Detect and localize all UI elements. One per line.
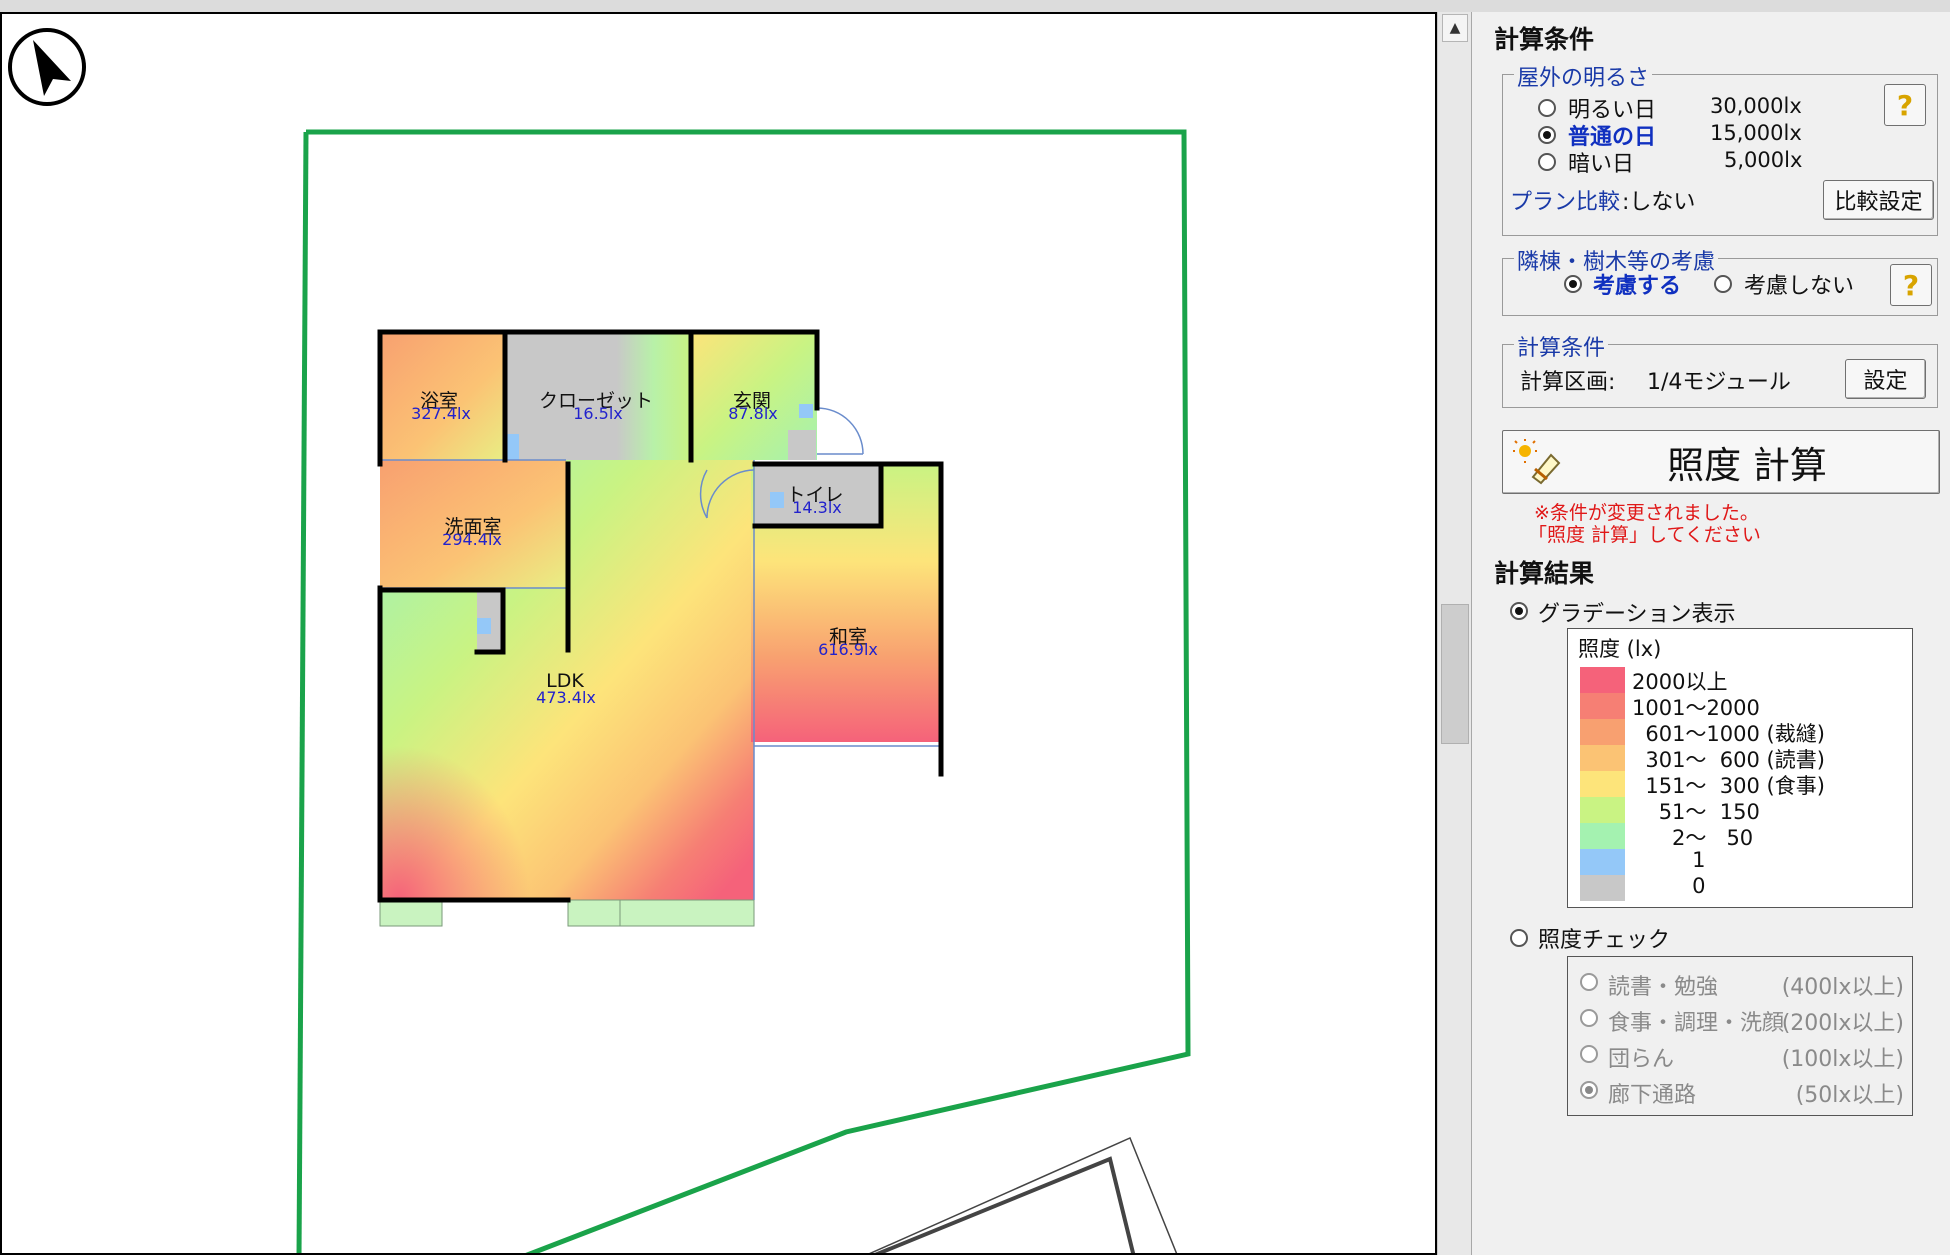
legend-swatch	[1580, 823, 1625, 849]
legend-swatch	[1580, 745, 1625, 771]
plan-compare-label: プラン比較	[1510, 190, 1621, 215]
scrollbar-thumb[interactable]	[1441, 604, 1469, 744]
dark-day-value: 5,000lx	[1724, 148, 1803, 172]
radio-normal-day[interactable]	[1538, 126, 1556, 144]
check-label: 廊下通路	[1608, 1083, 1697, 1108]
radio-illuminance-check[interactable]	[1510, 929, 1528, 947]
check-radio[interactable]	[1580, 1045, 1598, 1063]
radio-bright-day[interactable]	[1538, 99, 1556, 117]
illuminance-calc-button[interactable]: 照度 計算	[1502, 430, 1940, 494]
check-radio[interactable]	[1580, 1009, 1598, 1027]
check-value: (200lx以上)	[1781, 1011, 1904, 1036]
scroll-up-icon[interactable]: ▲	[1442, 14, 1468, 42]
room-lux: 616.9lx	[818, 640, 878, 659]
radio-consider[interactable]	[1564, 275, 1582, 293]
normal-day-value: 15,000lx	[1710, 121, 1802, 145]
settings-panel: 計算条件 屋外の明るさ 明るい日 30,000lx 普通の日 15,000lx …	[1471, 12, 1950, 1255]
not-consider-label: 考慮しない	[1744, 274, 1855, 299]
calc-section-label: 計算区画:	[1520, 370, 1616, 395]
legend-swatch	[1580, 693, 1625, 719]
legend-title: 照度 (lx)	[1578, 637, 1662, 661]
legend-swatch	[1580, 667, 1625, 693]
legend-label: 1	[1632, 848, 1706, 872]
compare-settings-button[interactable]: 比較設定	[1823, 180, 1934, 220]
legend-swatch	[1580, 875, 1625, 901]
room-lux: 16.5lx	[573, 404, 623, 423]
plan-compare-value: :しない	[1622, 190, 1696, 215]
check-label: 食事・調理・洗顔	[1608, 1011, 1785, 1036]
legend-swatch	[1580, 849, 1625, 875]
room-lux: 87.8lx	[728, 404, 778, 423]
check-radio[interactable]	[1580, 973, 1598, 991]
radio-not-consider[interactable]	[1714, 275, 1732, 293]
illuminance-calc-label: 照度 計算	[1667, 444, 1827, 487]
room-lux: 14.3lx	[792, 498, 842, 517]
legend-swatch	[1580, 771, 1625, 797]
floor-plan-drawing	[296, 129, 1191, 1253]
outdoor-help-icon[interactable]: ?	[1884, 84, 1926, 126]
room-lux: 327.4lx	[411, 404, 471, 423]
check-value: (50lx以上)	[1795, 1083, 1904, 1108]
north-arrow-icon	[6, 26, 88, 108]
check-label: 団らん	[1608, 1047, 1675, 1072]
illuminance-check-label: 照度チェック	[1538, 928, 1671, 953]
room-lux: 294.4lx	[442, 530, 502, 549]
radio-gradation[interactable]	[1510, 602, 1528, 620]
check-radio[interactable]	[1580, 1081, 1598, 1099]
conditions-header: 計算条件	[1494, 25, 1595, 54]
bright-day-value: 30,000lx	[1710, 94, 1802, 118]
gradation-label: グラデーション表示	[1538, 602, 1736, 627]
notice-line-2: 「照度 計算」してください	[1528, 524, 1761, 546]
check-value: (100lx以上)	[1781, 1047, 1904, 1072]
calc-settings-button[interactable]: 設定	[1845, 359, 1926, 399]
check-value: (400lx以上)	[1781, 975, 1904, 1000]
calc-section-value: 1/4モジュール	[1647, 370, 1791, 395]
consider-label: 考慮する	[1593, 274, 1682, 299]
legend-swatch	[1580, 797, 1625, 823]
dark-day-label: 暗い日	[1568, 152, 1635, 177]
check-label: 読書・勉強	[1608, 975, 1719, 1000]
outdoor-brightness-legend: 屋外の明るさ	[1514, 60, 1653, 92]
legend-swatch	[1580, 719, 1625, 745]
calc-condition-legend: 計算条件	[1514, 330, 1609, 362]
radio-dark-day[interactable]	[1538, 153, 1556, 171]
illuminance-legend: 照度 (lx) 2000以上 1001〜2000 601〜1000 (裁縫) 30…	[1567, 628, 1913, 908]
results-header: 計算結果	[1494, 559, 1595, 588]
legend-label: 0	[1632, 874, 1706, 898]
plan-canvas[interactable]: 浴室 327.4lx クローゼット 16.5lx 玄関 87.8lx 洗面室 2…	[0, 12, 1437, 1255]
neighbor-help-icon[interactable]: ?	[1890, 264, 1932, 306]
room-lux: 473.4lx	[536, 688, 596, 707]
illuminance-check-box: 読書・勉強 (400lx以上) 食事・調理・洗顔 (200lx以上) 団らん (100lx…	[1567, 956, 1913, 1116]
calc-lamp-icon	[1513, 439, 1563, 487]
canvas-scrollbar[interactable]: ▲	[1437, 12, 1471, 1255]
